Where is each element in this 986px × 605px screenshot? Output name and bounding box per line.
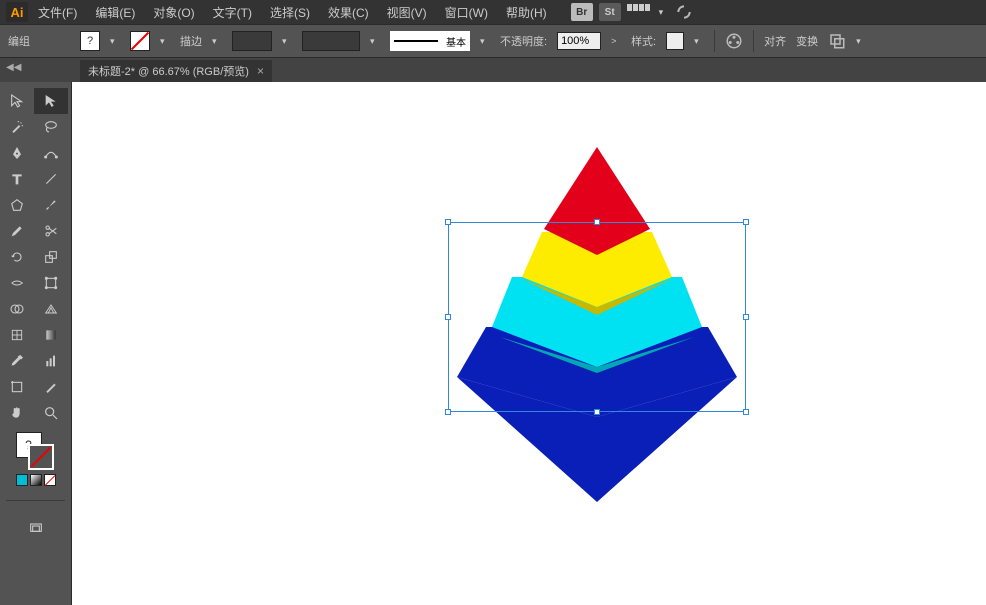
variable-width-dropdown-icon[interactable]: ▾ bbox=[370, 36, 380, 47]
shape-builder-tool[interactable] bbox=[0, 296, 34, 322]
slice-tool[interactable] bbox=[34, 374, 68, 400]
brush-definition[interactable]: 基本 bbox=[390, 31, 470, 51]
pencil-tool[interactable] bbox=[0, 218, 34, 244]
style-label: 样式: bbox=[631, 33, 656, 49]
pen-tool[interactable] bbox=[0, 140, 34, 166]
none-mode-icon[interactable] bbox=[44, 474, 56, 486]
gradient-mode-icon[interactable] bbox=[30, 474, 42, 486]
fill-dropdown-icon[interactable]: ▾ bbox=[110, 36, 120, 47]
line-tool[interactable] bbox=[34, 166, 68, 192]
stroke-dropdown-icon[interactable]: ▾ bbox=[160, 36, 170, 47]
stroke-label: 描边 bbox=[180, 33, 202, 49]
sync-settings-icon[interactable] bbox=[675, 4, 693, 20]
transform-label[interactable]: 变换 bbox=[796, 33, 818, 49]
opacity-label: 不透明度: bbox=[500, 33, 547, 49]
selection-handle-r[interactable] bbox=[743, 314, 749, 320]
style-dropdown-icon[interactable]: ▾ bbox=[694, 36, 704, 47]
brush-label: 基本 bbox=[446, 34, 466, 49]
control-bar: 编组 ? ▾ ▾ 描边 ▾ ▾ ▾ 基本 ▾ 不透明度: 100% > 样式: … bbox=[0, 24, 986, 58]
graph-tool[interactable] bbox=[34, 348, 68, 374]
eyedropper-tool[interactable] bbox=[0, 348, 34, 374]
selection-handle-t[interactable] bbox=[594, 219, 600, 225]
width-tool[interactable] bbox=[0, 270, 34, 296]
align-label[interactable]: 对齐 bbox=[764, 33, 786, 49]
curvature-tool[interactable] bbox=[34, 140, 68, 166]
menu-bar: Ai 文件(F) 编辑(E) 对象(O) 文字(T) 选择(S) 效果(C) 视… bbox=[0, 0, 986, 24]
document-title: 未标题-2* @ 66.67% (RGB/预览) bbox=[88, 63, 249, 79]
variable-width-profile[interactable] bbox=[302, 31, 360, 51]
free-transform-tool[interactable] bbox=[34, 270, 68, 296]
direct-selection-tool[interactable] bbox=[34, 88, 68, 114]
opacity-dropdown-icon[interactable]: > bbox=[611, 36, 621, 46]
mesh-tool[interactable] bbox=[0, 322, 34, 348]
isolate-group-icon[interactable] bbox=[828, 32, 846, 50]
stock-button[interactable]: St bbox=[599, 3, 621, 21]
menu-file[interactable]: 文件(F) bbox=[30, 1, 85, 24]
canvas[interactable] bbox=[72, 82, 986, 605]
gradient-tool[interactable] bbox=[34, 322, 68, 348]
selection-handle-b[interactable] bbox=[594, 409, 600, 415]
selection-handle-br[interactable] bbox=[743, 409, 749, 415]
perspective-tool[interactable] bbox=[34, 296, 68, 322]
scale-tool[interactable] bbox=[34, 244, 68, 270]
fill-stroke-swatches[interactable]: ? bbox=[16, 432, 56, 470]
selection-tool[interactable] bbox=[0, 88, 34, 114]
artboard-tool[interactable] bbox=[0, 374, 34, 400]
screen-mode-icon[interactable] bbox=[21, 515, 51, 541]
tool-panel: ? bbox=[0, 82, 72, 605]
arrange-dropdown-icon[interactable]: ▾ bbox=[659, 7, 669, 18]
brush-dropdown-icon[interactable]: ▾ bbox=[480, 36, 490, 47]
menu-view[interactable]: 视图(V) bbox=[379, 1, 435, 24]
stroke-line-preview-icon bbox=[394, 40, 438, 42]
brush-tool[interactable] bbox=[34, 192, 68, 218]
graphic-style-swatch[interactable] bbox=[666, 32, 684, 50]
stroke-weight-stepper-icon[interactable]: ▾ bbox=[282, 36, 292, 47]
stroke-weight-field[interactable] bbox=[232, 31, 272, 51]
selection-handle-tl[interactable] bbox=[445, 219, 451, 225]
app-logo: Ai bbox=[6, 2, 28, 22]
panel-collapse-icon[interactable]: ◀◀ bbox=[6, 62, 20, 74]
stroke-color-swatch[interactable] bbox=[28, 444, 54, 470]
shape-tool[interactable] bbox=[0, 192, 34, 218]
document-tab-bar: 未标题-2* @ 66.67% (RGB/预览) × bbox=[0, 58, 986, 82]
scissors-tool[interactable] bbox=[34, 218, 68, 244]
selection-mode-label: 编组 bbox=[8, 33, 30, 49]
menu-window[interactable]: 窗口(W) bbox=[437, 1, 496, 24]
color-mode-icon[interactable] bbox=[16, 474, 28, 486]
menu-edit[interactable]: 编辑(E) bbox=[87, 1, 143, 24]
selection-handle-tr[interactable] bbox=[743, 219, 749, 225]
menu-object[interactable]: 对象(O) bbox=[145, 1, 202, 24]
stroke-weight-dropdown-icon[interactable]: ▾ bbox=[212, 36, 222, 47]
bridge-button[interactable]: Br bbox=[571, 3, 593, 21]
control-overflow-icon[interactable]: ▾ bbox=[856, 36, 866, 47]
document-tab[interactable]: 未标题-2* @ 66.67% (RGB/预览) × bbox=[80, 60, 272, 82]
close-tab-icon[interactable]: × bbox=[257, 64, 264, 78]
lasso-tool[interactable] bbox=[34, 114, 68, 140]
opacity-field[interactable]: 100% bbox=[557, 32, 601, 50]
menu-help[interactable]: 帮助(H) bbox=[498, 1, 555, 24]
selection-handle-bl[interactable] bbox=[445, 409, 451, 415]
type-tool[interactable] bbox=[0, 166, 34, 192]
menu-effect[interactable]: 效果(C) bbox=[320, 1, 377, 24]
magic-wand-tool[interactable] bbox=[0, 114, 34, 140]
fill-swatch[interactable]: ? bbox=[80, 31, 100, 51]
menu-type[interactable]: 文字(T) bbox=[205, 1, 260, 24]
pyramid-artwork[interactable] bbox=[442, 147, 752, 510]
stroke-swatch[interactable] bbox=[130, 31, 150, 51]
menu-select[interactable]: 选择(S) bbox=[262, 1, 318, 24]
hand-tool[interactable] bbox=[0, 400, 34, 426]
selection-box[interactable] bbox=[448, 222, 746, 412]
arrange-documents-icon[interactable] bbox=[627, 4, 653, 20]
recolor-artwork-icon[interactable] bbox=[725, 32, 743, 50]
rotate-tool[interactable] bbox=[0, 244, 34, 270]
selection-handle-l[interactable] bbox=[445, 314, 451, 320]
zoom-tool[interactable] bbox=[34, 400, 68, 426]
